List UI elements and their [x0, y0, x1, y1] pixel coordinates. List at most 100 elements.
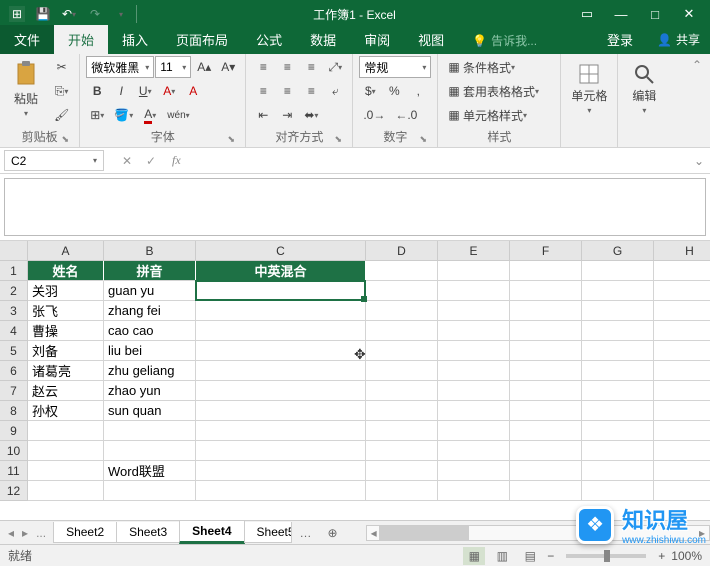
cell-C4[interactable]: [196, 321, 366, 341]
cell-F8[interactable]: [510, 401, 582, 421]
tab-insert[interactable]: 插入: [108, 25, 162, 54]
cell-H6[interactable]: [654, 361, 710, 381]
new-sheet-button[interactable]: ⊕: [320, 523, 346, 543]
cell-F2[interactable]: [510, 281, 582, 301]
clipboard-launcher[interactable]: ⬊: [59, 133, 71, 145]
scroll-right-icon[interactable]: ▸: [695, 526, 709, 540]
cell-H9[interactable]: [654, 421, 710, 441]
close-icon[interactable]: ✕: [672, 2, 706, 26]
decrease-font-button[interactable]: A▾: [217, 56, 239, 78]
bold-button[interactable]: B: [86, 80, 108, 102]
align-top-button[interactable]: ≡: [252, 56, 274, 78]
cell-G1[interactable]: [582, 261, 654, 281]
collapse-ribbon-icon[interactable]: ⌃: [684, 54, 710, 147]
share-button[interactable]: 👤共享: [647, 25, 710, 54]
cell-A3[interactable]: 张飞: [28, 301, 104, 321]
cell-D3[interactable]: [366, 301, 438, 321]
spreadsheet-grid[interactable]: ABCDEFGH 123456789101112 姓名拼音中英混合关羽guan …: [0, 240, 710, 520]
copy-button[interactable]: ⎘▾: [51, 80, 73, 102]
row-header-9[interactable]: 9: [0, 421, 28, 441]
row-header-2[interactable]: 2: [0, 281, 28, 301]
cell-E2[interactable]: [438, 281, 510, 301]
select-all-corner[interactable]: [0, 241, 28, 261]
merge-button[interactable]: ⬌▾: [300, 104, 322, 126]
cell-E12[interactable]: [438, 481, 510, 501]
tab-home[interactable]: 开始: [54, 25, 108, 54]
align-launcher[interactable]: ⬊: [332, 133, 344, 145]
row-header-12[interactable]: 12: [0, 481, 28, 501]
table-format-button[interactable]: ▦ 套用表格格式▾: [444, 80, 554, 102]
cell-F6[interactable]: [510, 361, 582, 381]
cell-F5[interactable]: [510, 341, 582, 361]
col-header-H[interactable]: H: [654, 241, 710, 261]
font-small-a-button[interactable]: A: [182, 80, 204, 102]
cell-A10[interactable]: [28, 441, 104, 461]
col-header-A[interactable]: A: [28, 241, 104, 261]
row-header-10[interactable]: 10: [0, 441, 28, 461]
cell-H8[interactable]: [654, 401, 710, 421]
cell-F3[interactable]: [510, 301, 582, 321]
number-launcher[interactable]: ⬊: [417, 133, 429, 145]
cell-E11[interactable]: [438, 461, 510, 481]
row-header-3[interactable]: 3: [0, 301, 28, 321]
cell-A2[interactable]: 关羽: [28, 281, 104, 301]
tab-review[interactable]: 审阅: [350, 25, 404, 54]
cell-E10[interactable]: [438, 441, 510, 461]
cell-E3[interactable]: [438, 301, 510, 321]
wrap-text-button[interactable]: ⤶: [324, 80, 346, 102]
underline-button[interactable]: U▾: [134, 80, 156, 102]
cell-E9[interactable]: [438, 421, 510, 441]
cell-H4[interactable]: [654, 321, 710, 341]
percent-button[interactable]: %: [383, 80, 405, 102]
align-right-button[interactable]: ≡: [300, 80, 322, 102]
cell-G11[interactable]: [582, 461, 654, 481]
formula-bar[interactable]: [187, 150, 688, 171]
cell-G12[interactable]: [582, 481, 654, 501]
cell-E5[interactable]: [438, 341, 510, 361]
cell-F4[interactable]: [510, 321, 582, 341]
cell-F12[interactable]: [510, 481, 582, 501]
col-header-F[interactable]: F: [510, 241, 582, 261]
orientation-button[interactable]: ⤢▾: [324, 56, 346, 78]
row-header-1[interactable]: 1: [0, 261, 28, 281]
font-color-button[interactable]: A▾: [139, 104, 161, 126]
italic-button[interactable]: I: [110, 80, 132, 102]
cell-D10[interactable]: [366, 441, 438, 461]
cell-B3[interactable]: zhang fei: [104, 301, 196, 321]
zoom-slider[interactable]: [566, 554, 646, 558]
cell-D11[interactable]: [366, 461, 438, 481]
cell-E4[interactable]: [438, 321, 510, 341]
col-header-G[interactable]: G: [582, 241, 654, 261]
cell-F11[interactable]: [510, 461, 582, 481]
cell-A4[interactable]: 曹操: [28, 321, 104, 341]
cell-D1[interactable]: [366, 261, 438, 281]
cell-C2[interactable]: [196, 281, 366, 301]
row-header-6[interactable]: 6: [0, 361, 28, 381]
undo-icon[interactable]: ↶▾: [56, 2, 82, 26]
font-big-a-button[interactable]: A▾: [158, 80, 180, 102]
row-header-4[interactable]: 4: [0, 321, 28, 341]
border-button[interactable]: ⊞▾: [86, 104, 108, 126]
increase-indent-button[interactable]: ⇥: [276, 104, 298, 126]
paste-button[interactable]: 粘贴 ▾: [6, 56, 46, 122]
cell-H7[interactable]: [654, 381, 710, 401]
cell-B8[interactable]: sun quan: [104, 401, 196, 421]
row-header-11[interactable]: 11: [0, 461, 28, 481]
cell-D6[interactable]: [366, 361, 438, 381]
cell-D12[interactable]: [366, 481, 438, 501]
cell-G6[interactable]: [582, 361, 654, 381]
cell-B1[interactable]: 拼音: [104, 261, 196, 281]
cell-C9[interactable]: [196, 421, 366, 441]
cell-A8[interactable]: 孙权: [28, 401, 104, 421]
cell-A5[interactable]: 刘备: [28, 341, 104, 361]
view-normal-icon[interactable]: ▦: [463, 547, 485, 565]
cell-A1[interactable]: 姓名: [28, 261, 104, 281]
cell-B4[interactable]: cao cao: [104, 321, 196, 341]
tab-formulas[interactable]: 公式: [242, 25, 296, 54]
scroll-thumb[interactable]: [379, 526, 469, 540]
col-header-D[interactable]: D: [366, 241, 438, 261]
cell-C8[interactable]: [196, 401, 366, 421]
increase-font-button[interactable]: A▴: [193, 56, 215, 78]
cell-D7[interactable]: [366, 381, 438, 401]
enter-formula-icon[interactable]: ✓: [142, 154, 160, 168]
